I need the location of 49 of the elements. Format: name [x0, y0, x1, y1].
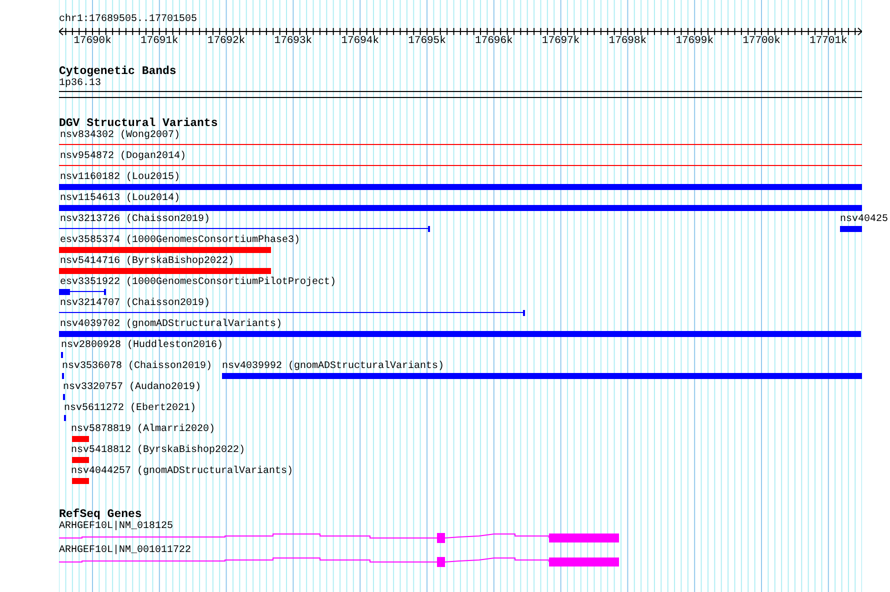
variant-line[interactable] [59, 165, 862, 166]
ruler-label: 17697k [540, 35, 581, 47]
variant-bar[interactable] [59, 289, 106, 295]
variant-mark[interactable] [64, 415, 66, 421]
variant-label[interactable]: nsv5611272 (Ebert2021) [64, 403, 196, 415]
variant-label[interactable]: nsv40425 [840, 214, 888, 226]
location-label: chr1:17689505..17701505 [59, 14, 198, 26]
variant-bar[interactable] [59, 310, 525, 316]
variant-label[interactable]: nsv2800928 (Huddleston2016) [61, 340, 224, 352]
variant-label[interactable]: nsv4039702 (gnomADStructuralVariants) [60, 319, 282, 331]
gene-model-drawing[interactable] [59, 533, 620, 543]
ruler-label: 17694k [340, 35, 380, 47]
variant-label[interactable]: nsv1160182 (Lou2015) [60, 172, 180, 184]
variant-label[interactable]: nsv3320757 (Audano2019) [63, 382, 202, 394]
variant-bar[interactable] [59, 226, 430, 232]
variant-label[interactable]: esv3585374 (1000GenomesConsortiumPhase3) [60, 235, 300, 247]
variant-line[interactable] [59, 144, 862, 145]
track-title: RefSeq Genes [59, 509, 142, 521]
ruler-label: 17690k [72, 35, 112, 47]
track-title: Cytogenetic Bands [59, 66, 178, 78]
ruler-label: 17698k [608, 35, 648, 47]
variant-label[interactable]: nsv5418812 (ByrskaBishop2022) [71, 445, 246, 457]
ruler-label: 17695k [407, 35, 447, 47]
variant-label[interactable]: nsv954872 (Dogan2014) [60, 151, 186, 163]
ruler-label: 17700k [742, 35, 782, 47]
variant-mark[interactable] [62, 373, 64, 379]
ruler-label: 17693k [273, 35, 314, 47]
ruler-label: 17692k [206, 35, 246, 47]
variant-label[interactable]: nsv5878819 (Almarri2020) [71, 424, 216, 436]
gene-label[interactable]: ARHGEF10L|NM_001011722 [59, 545, 862, 557]
variant-label[interactable]: nsv3536078 (Chaisson2019) [62, 361, 212, 373]
variant-label[interactable]: nsv3214707 (Chaisson2019) [60, 298, 210, 310]
ruler-label: 17696k [474, 35, 514, 47]
ruler-label: 17691k [139, 35, 180, 47]
variant-label[interactable]: nsv5414716 (ByrskaBishop2022) [60, 256, 234, 268]
ruler-label: 17701k [808, 35, 848, 47]
track-title: DGV Structural Variants [59, 118, 219, 130]
variant-label[interactable]: nsv834302 (Wong2007) [60, 130, 180, 142]
variant-label[interactable]: nsv3213726 (Chaisson2019) [60, 214, 210, 226]
ruler-label: 17699k [674, 35, 714, 47]
variant-mark[interactable] [61, 352, 63, 358]
variant-label[interactable]: nsv4039992 (gnomADStructuralVariants) [222, 361, 444, 373]
gene-label[interactable]: ARHGEF10L|NM_018125 [59, 521, 862, 533]
variant-label[interactable]: nsv4044257 (gnomADStructuralVariants) [71, 466, 294, 478]
variant-label[interactable]: nsv1154613 (Lou2014) [60, 193, 180, 205]
variant-label[interactable]: esv3351922 (1000GenomesConsortiumPilotProject) [60, 277, 336, 289]
variant-mark[interactable] [63, 394, 65, 400]
band-label: 1p36.13 [59, 78, 102, 90]
gene-model-drawing[interactable] [59, 557, 620, 567]
